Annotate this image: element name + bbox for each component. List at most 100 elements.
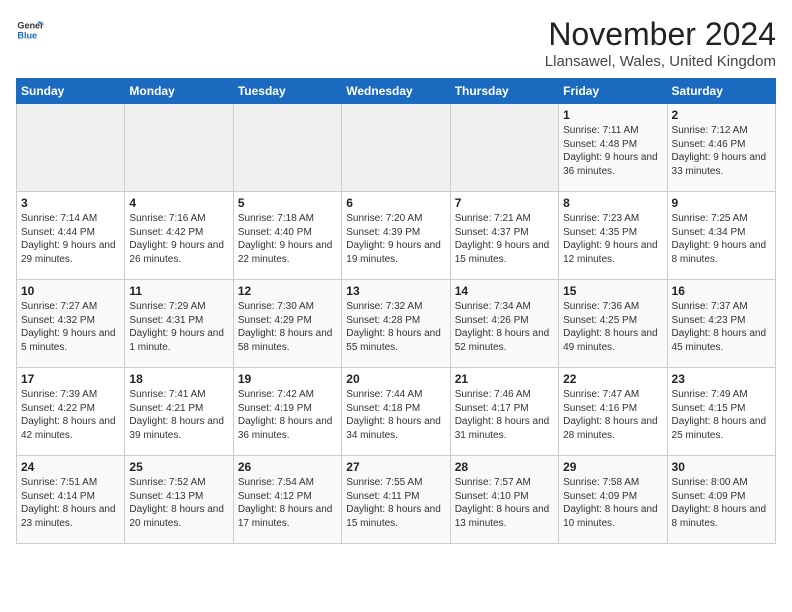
calendar-cell: 23 Sunrise: 7:49 AM Sunset: 4:15 PM Dayli… bbox=[667, 368, 775, 456]
header-thursday: Thursday bbox=[450, 79, 558, 104]
header-tuesday: Tuesday bbox=[233, 79, 341, 104]
calendar-cell: 28 Sunrise: 7:57 AM Sunset: 4:10 PM Dayli… bbox=[450, 456, 558, 544]
calendar-cell: 10 Sunrise: 7:27 AM Sunset: 4:32 PM Dayli… bbox=[17, 280, 125, 368]
calendar-cell: 7Sunrise: 7:21 AM Sunset: 4:37 PM Daylig… bbox=[450, 192, 558, 280]
day-number: 6 bbox=[346, 196, 445, 210]
calendar-cell: 22Sunrise: 7:47 AM Sunset: 4:16 PM Dayli… bbox=[559, 368, 667, 456]
day-detail: Sunrise: 7:49 AM Sunset: 4:15 PM Dayligh… bbox=[672, 388, 771, 442]
day-number: 19 bbox=[238, 372, 337, 386]
day-detail: Sunrise: 7:23 AM Sunset: 4:35 PM Dayligh… bbox=[563, 212, 662, 266]
calendar-cell: 1 Sunrise: 7:11 AM Sunset: 4:48 PM Daylig… bbox=[559, 104, 667, 192]
calendar-cell: 29 Sunrise: 7:58 AM Sunset: 4:09 PM Dayli… bbox=[559, 456, 667, 544]
header: General Blue November 2024 Llansawel, Wa… bbox=[16, 16, 776, 70]
day-detail: Sunrise: 7:29 AM Sunset: 4:31 PM Dayligh… bbox=[129, 300, 228, 354]
day-detail: Sunrise: 7:16 AM Sunset: 4:42 PM Dayligh… bbox=[129, 212, 228, 266]
day-number: 11 bbox=[129, 284, 228, 298]
calendar-cell: 14Sunrise: 7:34 AM Sunset: 4:26 PM Dayli… bbox=[450, 280, 558, 368]
day-number: 18 bbox=[129, 372, 228, 386]
calendar-cell: 12Sunrise: 7:30 AM Sunset: 4:29 PM Dayli… bbox=[233, 280, 341, 368]
day-detail: Sunrise: 7:39 AM Sunset: 4:22 PM Dayligh… bbox=[21, 388, 120, 442]
day-detail: Sunrise: 7:37 AM Sunset: 4:23 PM Dayligh… bbox=[672, 300, 771, 354]
day-number: 27 bbox=[346, 460, 445, 474]
calendar-week-3: 10 Sunrise: 7:27 AM Sunset: 4:32 PM Dayli… bbox=[17, 280, 776, 368]
calendar-cell: 21 Sunrise: 7:46 AM Sunset: 4:17 PM Dayli… bbox=[450, 368, 558, 456]
day-number: 8 bbox=[563, 196, 662, 210]
calendar-cell: 3 Sunrise: 7:14 AM Sunset: 4:44 PM Daylig… bbox=[17, 192, 125, 280]
day-number: 28 bbox=[455, 460, 554, 474]
calendar-header-row: SundayMondayTuesdayWednesdayThursdayFrid… bbox=[17, 79, 776, 104]
calendar-week-1: 1 Sunrise: 7:11 AM Sunset: 4:48 PM Daylig… bbox=[17, 104, 776, 192]
calendar-cell bbox=[125, 104, 233, 192]
day-detail: Sunrise: 7:14 AM Sunset: 4:44 PM Dayligh… bbox=[21, 212, 120, 266]
day-detail: Sunrise: 7:36 AM Sunset: 4:25 PM Dayligh… bbox=[563, 300, 662, 354]
page-subtitle: Llansawel, Wales, United Kingdom bbox=[545, 53, 776, 70]
calendar-cell: 20 Sunrise: 7:44 AM Sunset: 4:18 PM Dayli… bbox=[342, 368, 450, 456]
calendar-cell: 18Sunrise: 7:41 AM Sunset: 4:21 PM Dayli… bbox=[125, 368, 233, 456]
day-detail: Sunrise: 7:18 AM Sunset: 4:40 PM Dayligh… bbox=[238, 212, 337, 266]
day-number: 26 bbox=[238, 460, 337, 474]
day-detail: Sunrise: 7:12 AM Sunset: 4:46 PM Dayligh… bbox=[672, 124, 771, 178]
day-number: 15 bbox=[563, 284, 662, 298]
day-number: 13 bbox=[346, 284, 445, 298]
day-detail: Sunrise: 7:11 AM Sunset: 4:48 PM Dayligh… bbox=[563, 124, 662, 178]
calendar-cell: 17Sunrise: 7:39 AM Sunset: 4:22 PM Dayli… bbox=[17, 368, 125, 456]
calendar-cell bbox=[450, 104, 558, 192]
calendar-cell: 24 Sunrise: 7:51 AM Sunset: 4:14 PM Dayli… bbox=[17, 456, 125, 544]
header-wednesday: Wednesday bbox=[342, 79, 450, 104]
day-detail: Sunrise: 7:54 AM Sunset: 4:12 PM Dayligh… bbox=[238, 476, 337, 530]
day-detail: Sunrise: 7:25 AM Sunset: 4:34 PM Dayligh… bbox=[672, 212, 771, 266]
calendar-cell bbox=[342, 104, 450, 192]
day-number: 1 bbox=[563, 108, 662, 122]
day-number: 20 bbox=[346, 372, 445, 386]
day-number: 29 bbox=[563, 460, 662, 474]
day-detail: Sunrise: 7:32 AM Sunset: 4:28 PM Dayligh… bbox=[346, 300, 445, 354]
calendar-cell: 30 Sunrise: 8:00 AM Sunset: 4:09 PM Dayli… bbox=[667, 456, 775, 544]
header-monday: Monday bbox=[125, 79, 233, 104]
svg-text:Blue: Blue bbox=[17, 30, 37, 40]
day-number: 5 bbox=[238, 196, 337, 210]
day-detail: Sunrise: 7:47 AM Sunset: 4:16 PM Dayligh… bbox=[563, 388, 662, 442]
day-detail: Sunrise: 7:58 AM Sunset: 4:09 PM Dayligh… bbox=[563, 476, 662, 530]
calendar-week-5: 24 Sunrise: 7:51 AM Sunset: 4:14 PM Dayli… bbox=[17, 456, 776, 544]
day-number: 23 bbox=[672, 372, 771, 386]
day-number: 3 bbox=[21, 196, 120, 210]
day-number: 16 bbox=[672, 284, 771, 298]
day-number: 7 bbox=[455, 196, 554, 210]
day-number: 25 bbox=[129, 460, 228, 474]
calendar-cell: 25 Sunrise: 7:52 AM Sunset: 4:13 PM Dayli… bbox=[125, 456, 233, 544]
title-area: November 2024 Llansawel, Wales, United K… bbox=[545, 16, 776, 70]
header-sunday: Sunday bbox=[17, 79, 125, 104]
calendar-cell: 9 Sunrise: 7:25 AM Sunset: 4:34 PM Daylig… bbox=[667, 192, 775, 280]
day-number: 24 bbox=[21, 460, 120, 474]
day-number: 30 bbox=[672, 460, 771, 474]
calendar-cell: 8 Sunrise: 7:23 AM Sunset: 4:35 PM Daylig… bbox=[559, 192, 667, 280]
day-detail: Sunrise: 7:44 AM Sunset: 4:18 PM Dayligh… bbox=[346, 388, 445, 442]
header-friday: Friday bbox=[559, 79, 667, 104]
calendar-week-4: 17Sunrise: 7:39 AM Sunset: 4:22 PM Dayli… bbox=[17, 368, 776, 456]
day-number: 2 bbox=[672, 108, 771, 122]
day-detail: Sunrise: 7:46 AM Sunset: 4:17 PM Dayligh… bbox=[455, 388, 554, 442]
calendar-cell: 26 Sunrise: 7:54 AM Sunset: 4:12 PM Dayli… bbox=[233, 456, 341, 544]
calendar-cell: 5 Sunrise: 7:18 AM Sunset: 4:40 PM Daylig… bbox=[233, 192, 341, 280]
logo-icon: General Blue bbox=[16, 16, 44, 44]
calendar-cell bbox=[233, 104, 341, 192]
day-detail: Sunrise: 7:51 AM Sunset: 4:14 PM Dayligh… bbox=[21, 476, 120, 530]
day-detail: Sunrise: 7:30 AM Sunset: 4:29 PM Dayligh… bbox=[238, 300, 337, 354]
calendar-week-2: 3 Sunrise: 7:14 AM Sunset: 4:44 PM Daylig… bbox=[17, 192, 776, 280]
page-title: November 2024 bbox=[545, 16, 776, 53]
day-detail: Sunrise: 8:00 AM Sunset: 4:09 PM Dayligh… bbox=[672, 476, 771, 530]
day-number: 10 bbox=[21, 284, 120, 298]
calendar-cell: 15 Sunrise: 7:36 AM Sunset: 4:25 PM Dayli… bbox=[559, 280, 667, 368]
day-number: 21 bbox=[455, 372, 554, 386]
day-number: 9 bbox=[672, 196, 771, 210]
day-detail: Sunrise: 7:27 AM Sunset: 4:32 PM Dayligh… bbox=[21, 300, 120, 354]
day-detail: Sunrise: 7:55 AM Sunset: 4:11 PM Dayligh… bbox=[346, 476, 445, 530]
day-detail: Sunrise: 7:57 AM Sunset: 4:10 PM Dayligh… bbox=[455, 476, 554, 530]
calendar-cell: 19 Sunrise: 7:42 AM Sunset: 4:19 PM Dayli… bbox=[233, 368, 341, 456]
day-number: 4 bbox=[129, 196, 228, 210]
day-detail: Sunrise: 7:42 AM Sunset: 4:19 PM Dayligh… bbox=[238, 388, 337, 442]
day-detail: Sunrise: 7:52 AM Sunset: 4:13 PM Dayligh… bbox=[129, 476, 228, 530]
calendar-cell: 11 Sunrise: 7:29 AM Sunset: 4:31 PM Dayli… bbox=[125, 280, 233, 368]
header-saturday: Saturday bbox=[667, 79, 775, 104]
calendar-cell: 27 Sunrise: 7:55 AM Sunset: 4:11 PM Dayli… bbox=[342, 456, 450, 544]
